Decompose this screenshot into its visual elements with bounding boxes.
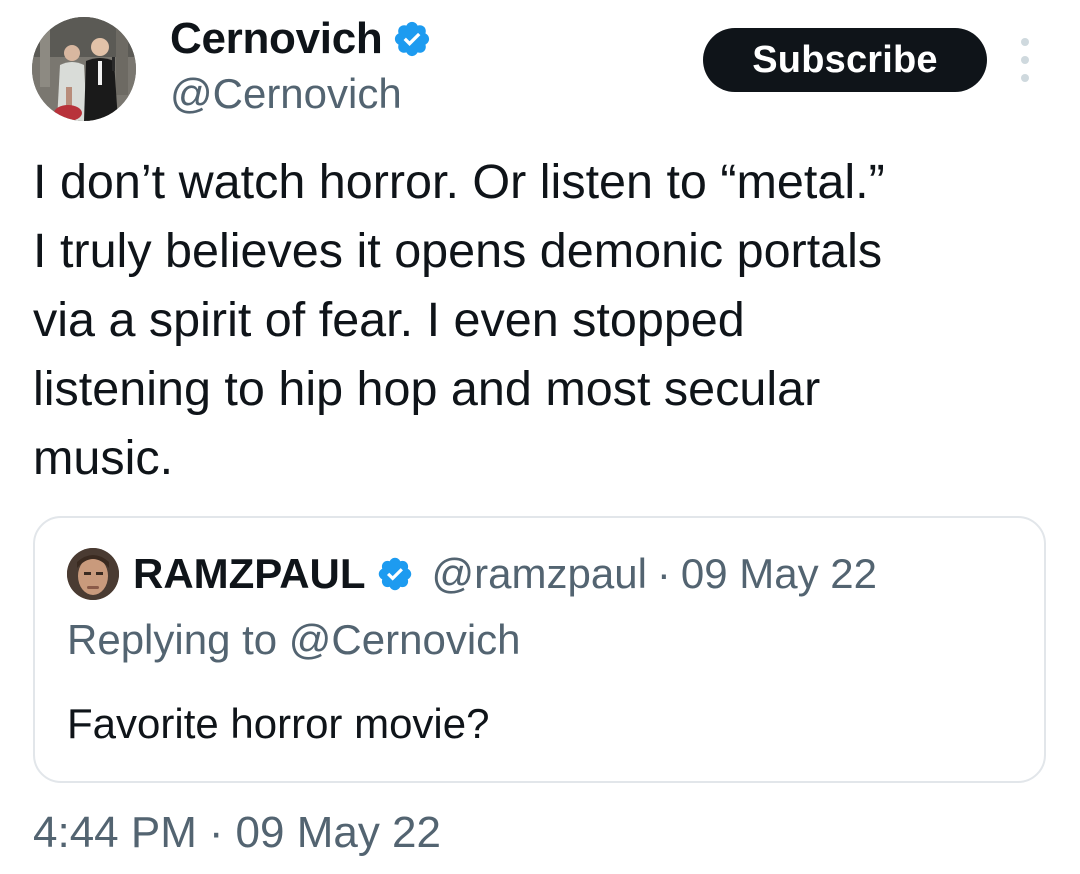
vertical-ellipsis-icon[interactable] — [1011, 38, 1039, 82]
subscribe-button[interactable]: Subscribe — [703, 28, 987, 92]
tweet-timestamp[interactable]: 4:44 PM · 09 May 22 — [33, 808, 441, 858]
verified-badge-icon — [395, 21, 430, 57]
ellipsis-dot — [1021, 56, 1029, 64]
quoted-tweet-header: RAMZPAUL @ramzpaul · 09 May 22 — [67, 548, 877, 600]
quoted-author-handle[interactable]: @ramzpaul — [432, 550, 647, 598]
author-avatar[interactable] — [32, 17, 136, 121]
quoted-tweet-card[interactable]: RAMZPAUL @ramzpaul · 09 May 22 Replying … — [33, 516, 1046, 783]
ellipsis-dot — [1021, 38, 1029, 46]
ellipsis-dot — [1021, 74, 1029, 82]
quoted-tweet-date[interactable]: 09 May 22 — [681, 550, 877, 598]
tweet-date: 09 May 22 — [235, 808, 441, 857]
quoted-author-avatar[interactable] — [67, 548, 119, 600]
author-display-name[interactable]: Cernovich — [170, 14, 383, 64]
author-name-row[interactable]: Cernovich — [170, 14, 432, 64]
quoted-author-display-name[interactable]: RAMZPAUL — [133, 550, 366, 598]
separator-dot: · — [208, 808, 224, 857]
tweet-text: I don’t watch horror. Or listen to “meta… — [33, 155, 885, 485]
quoted-tweet-text: Favorite horror movie? — [67, 700, 490, 747]
quoted-verified-badge-icon — [378, 557, 411, 591]
author-handle[interactable]: @Cernovich — [170, 70, 402, 118]
separator-dot: · — [656, 550, 671, 597]
quoted-avatar-photo — [67, 548, 119, 600]
quoted-replying-to: Replying to @Cernovich — [67, 616, 521, 663]
tweet-time: 4:44 PM — [33, 808, 197, 857]
avatar-photo — [32, 17, 136, 121]
